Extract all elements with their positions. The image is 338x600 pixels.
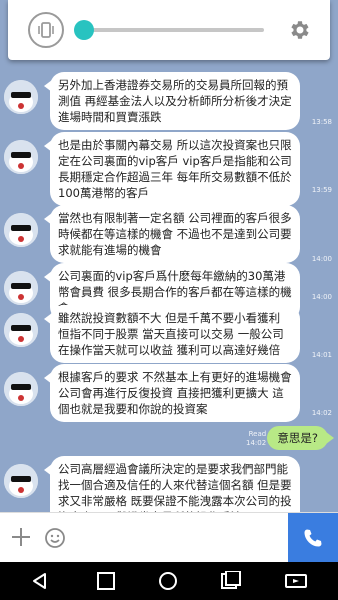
volume-slider[interactable] bbox=[74, 20, 264, 40]
avatar[interactable] bbox=[4, 313, 38, 347]
system-nav-bar bbox=[0, 562, 338, 600]
message-row: 公司高層經過會議所決定的是要求我們部門能找一個合適及信任的人來代替這個名額 但是… bbox=[0, 456, 338, 512]
message-row: 根據客戶的要求 不然基本上有更好的進場機會 公司會再進行反復投資 直接把獲利更擴… bbox=[0, 364, 338, 422]
chat-message-list[interactable]: 另外加上香港證券交易所的交易員所回報的預測值 再經基金法人以及分析師所分析後才決… bbox=[0, 60, 338, 512]
vibrate-icon bbox=[38, 22, 54, 38]
avatar[interactable] bbox=[4, 464, 38, 498]
message-row: 雖然說投資數額不大 但是千萬不要小看獲利 恒指不同于股票 當天直接可以交易 一般… bbox=[0, 305, 338, 363]
emoji-button[interactable] bbox=[44, 527, 66, 553]
volume-panel bbox=[8, 0, 330, 60]
plus-icon bbox=[12, 528, 30, 546]
message-bubble: 另外加上香港證券交易所的交易員所回報的預測值 再經基金法人以及分析師所分析後才決… bbox=[44, 72, 300, 130]
read-receipt: Read 14:02 bbox=[246, 430, 266, 448]
message-time: 14:01 bbox=[311, 351, 332, 359]
message-time: 14:00 bbox=[311, 255, 332, 263]
message-time: 14:02 bbox=[311, 409, 332, 417]
avatar[interactable] bbox=[4, 271, 38, 305]
volume-settings-button[interactable] bbox=[288, 18, 312, 46]
message-bubble: 雖然說投資數額不大 但是千萬不要小看獲利 恒指不同于股票 當天直接可以交易 一般… bbox=[44, 305, 300, 363]
message-row: 當然也有限制著一定名額 公司裡面的客戶很多時候都在等這樣的機會 不過也不是達到公… bbox=[0, 205, 338, 263]
add-attachment-button[interactable] bbox=[10, 526, 32, 552]
message-row: 另外加上香港證券交易所的交易員所回報的預測值 再經基金法人以及分析師所分析後才決… bbox=[0, 72, 338, 134]
menu-button[interactable] bbox=[220, 570, 242, 595]
message-text: 根據客戶的要求 不然基本上有更好的進場機會 公司會再進行反復投資 直接把獲利更擴… bbox=[58, 370, 292, 416]
message-text: 雖然說投資數額不大 但是千萬不要小看獲利 恒指不同于股票 當天直接可以交易 一般… bbox=[58, 311, 284, 357]
message-bubble: 根據客戶的要求 不然基本上有更好的進場機會 公司會再進行反復投資 直接把獲利更擴… bbox=[44, 364, 300, 422]
message-bubble: 公司高層經過會議所決定的是要求我們部門能找一個合適及信任的人來代替這個名額 但是… bbox=[44, 456, 300, 512]
message-bubble: 也是由於事關內幕交易 所以這次投資案也只限定在公司裏面的vip客戶 vip客戶是… bbox=[44, 132, 300, 206]
message-time: 13:58 bbox=[311, 118, 332, 126]
message-row: 也是由於事關內幕交易 所以這次投資案也只限定在公司裏面的vip客戶 vip客戶是… bbox=[0, 132, 338, 206]
message-text: 也是由於事關內幕交易 所以這次投資案也只限定在公司裏面的vip客戶 vip客戶是… bbox=[58, 138, 292, 200]
message-row: 公司裏面的vip客戶爲什麽每年繳納的30萬港幣會員費 很多長期合作的客戶都在等這… bbox=[0, 263, 338, 321]
message-input-bar bbox=[0, 512, 338, 563]
screen-cast-button[interactable] bbox=[284, 571, 308, 595]
message-bubble: 當然也有限制著一定名額 公司裡面的客戶很多時候都在等這樣的機會 不過也不是達到公… bbox=[44, 205, 300, 263]
recents-icon bbox=[159, 572, 177, 590]
menu-icon bbox=[221, 570, 241, 589]
avatar[interactable] bbox=[4, 372, 38, 406]
home-icon bbox=[97, 572, 115, 590]
emoji-icon bbox=[45, 528, 65, 548]
call-button[interactable] bbox=[288, 513, 338, 563]
screen-cast-icon bbox=[285, 574, 307, 588]
vibrate-toggle[interactable] bbox=[28, 12, 64, 48]
message-text: 意思是? bbox=[277, 431, 318, 445]
message-text: 公司高層經過會議所決定的是要求我們部門能找一個合適及信任的人來代替這個名額 但是… bbox=[58, 462, 292, 512]
avatar[interactable] bbox=[4, 80, 38, 114]
message-text: 當然也有限制著一定名額 公司裡面的客戶很多時候都在等這樣的機會 不過也不是達到公… bbox=[58, 211, 292, 257]
home-button[interactable] bbox=[96, 571, 116, 595]
avatar[interactable] bbox=[4, 213, 38, 247]
gear-icon bbox=[291, 21, 309, 39]
phone-icon bbox=[304, 529, 322, 547]
avatar[interactable] bbox=[4, 140, 38, 174]
outgoing-bubble: 意思是? bbox=[267, 426, 334, 450]
read-label: Read bbox=[248, 430, 267, 438]
volume-slider-thumb[interactable] bbox=[74, 20, 94, 40]
back-button[interactable] bbox=[30, 571, 50, 595]
message-text: 另外加上香港證券交易所的交易員所回報的預測值 再經基金法人以及分析師所分析後才決… bbox=[58, 78, 292, 124]
outgoing-message-row: Read 14:02 意思是? bbox=[0, 422, 338, 452]
recents-button[interactable] bbox=[158, 571, 178, 595]
back-icon bbox=[33, 573, 46, 589]
message-time: 14:00 bbox=[311, 293, 332, 301]
message-time: 13:59 bbox=[311, 186, 332, 194]
outgoing-time: 14:02 bbox=[246, 439, 267, 447]
